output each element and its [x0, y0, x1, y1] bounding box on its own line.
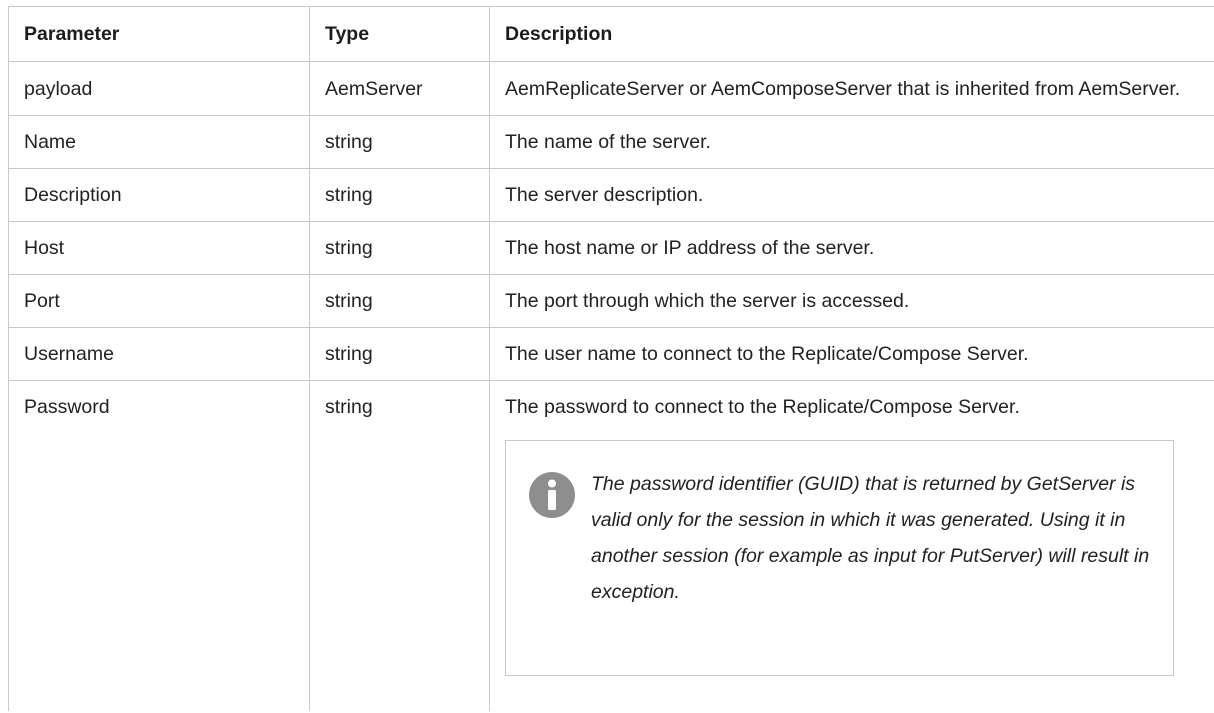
table-header-row: Parameter Type Description: [8, 6, 1214, 62]
header-description: Description: [489, 6, 1214, 62]
table-row: payload AemServer AemReplicateServer or …: [8, 61, 1214, 116]
parameters-table: Parameter Type Description payload AemSe…: [8, 6, 1214, 711]
cell-parameter: Username: [8, 327, 310, 381]
info-icon: [529, 472, 575, 518]
cell-description: The user name to connect to the Replicat…: [489, 327, 1214, 381]
cell-description-with-note: The password to connect to the Replicate…: [489, 380, 1214, 711]
cell-description: The server description.: [489, 168, 1214, 222]
cell-type: string: [309, 168, 490, 222]
cell-parameter: payload: [8, 61, 310, 116]
cell-type: AemServer: [309, 61, 490, 116]
table-row: Port string The port through which the s…: [8, 274, 1214, 328]
cell-parameter: Password: [8, 380, 310, 711]
table-row: Password string The password to connect …: [8, 380, 1214, 711]
cell-type: string: [309, 115, 490, 169]
table-row: Host string The host name or IP address …: [8, 221, 1214, 275]
cell-description: The password to connect to the Replicate…: [505, 396, 1020, 418]
cell-parameter: Port: [8, 274, 310, 328]
note-box: The password identifier (GUID) that is r…: [505, 440, 1174, 676]
note-text: The password identifier (GUID) that is r…: [591, 473, 1150, 603]
table-row: Name string The name of the server.: [8, 115, 1214, 169]
cell-parameter: Host: [8, 221, 310, 275]
header-parameter: Parameter: [8, 6, 310, 62]
cell-description: AemReplicateServer or AemComposeServer t…: [489, 61, 1214, 116]
cell-type: string: [309, 221, 490, 275]
cell-parameter: Description: [8, 168, 310, 222]
table-row: Username string The user name to connect…: [8, 327, 1214, 381]
cell-type: string: [309, 327, 490, 381]
table-row: Description string The server descriptio…: [8, 168, 1214, 222]
cell-description: The port through which the server is acc…: [489, 274, 1214, 328]
cell-parameter: Name: [8, 115, 310, 169]
header-type: Type: [309, 6, 490, 62]
cell-description: The host name or IP address of the serve…: [489, 221, 1214, 275]
cell-type: string: [309, 274, 490, 328]
parameters-table-container: Parameter Type Description payload AemSe…: [8, 6, 1214, 711]
cell-description: The name of the server.: [489, 115, 1214, 169]
cell-type: string: [309, 380, 490, 711]
